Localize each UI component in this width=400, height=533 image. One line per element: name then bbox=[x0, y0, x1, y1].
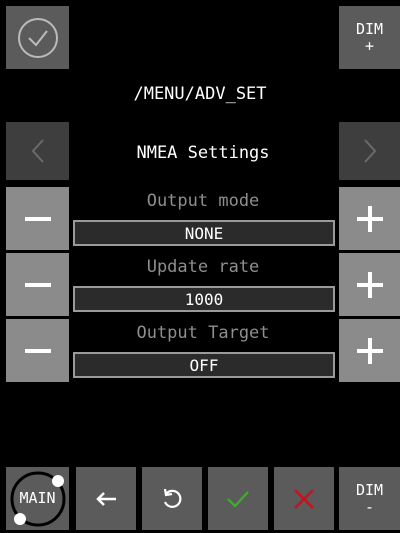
prev-page-button[interactable] bbox=[6, 122, 69, 180]
arrow-left-icon bbox=[96, 491, 116, 506]
output-target-decrease-button[interactable] bbox=[6, 319, 69, 382]
plus-icon bbox=[356, 205, 383, 232]
output-target-increase-button[interactable] bbox=[339, 319, 400, 382]
dim-plus-sign: + bbox=[364, 36, 375, 55]
minus-icon bbox=[24, 348, 51, 353]
dim-minus-sign: - bbox=[364, 497, 375, 516]
output-mode-increase-button[interactable] bbox=[339, 187, 400, 250]
confirm-circle-button[interactable] bbox=[6, 6, 69, 69]
dim-plus-button[interactable]: DIM + bbox=[339, 6, 400, 69]
output-mode-decrease-button[interactable] bbox=[6, 187, 69, 250]
output-mode-value: NONE bbox=[73, 220, 335, 246]
cancel-button[interactable] bbox=[274, 467, 334, 530]
update-rate-decrease-button[interactable] bbox=[6, 253, 69, 316]
back-button[interactable] bbox=[76, 467, 136, 530]
menu-path: /MENU/ADV_SET bbox=[133, 84, 267, 104]
main-label: MAIN bbox=[19, 489, 56, 507]
update-rate-value: 1000 bbox=[73, 286, 335, 312]
plus-icon bbox=[356, 271, 383, 298]
chevron-left-icon bbox=[31, 139, 44, 163]
output-target-label: Output Target bbox=[136, 323, 270, 343]
check-circle-icon bbox=[17, 17, 58, 58]
next-page-button[interactable] bbox=[339, 122, 400, 180]
check-icon bbox=[227, 490, 249, 508]
output-target-value: OFF bbox=[73, 352, 335, 378]
chevron-right-icon bbox=[363, 139, 376, 163]
dim-plus-label: DIM bbox=[355, 19, 384, 38]
dim-minus-button[interactable]: DIM - bbox=[339, 467, 400, 530]
dim-minus-label: DIM bbox=[355, 480, 384, 499]
plus-icon bbox=[356, 337, 383, 364]
accept-button[interactable] bbox=[208, 467, 268, 530]
output-mode-label: Output mode bbox=[146, 191, 260, 211]
refresh-icon bbox=[163, 488, 182, 508]
minus-icon bbox=[24, 216, 51, 221]
minus-icon bbox=[24, 282, 51, 287]
update-rate-label: Update rate bbox=[146, 257, 260, 277]
main-button[interactable]: MAIN bbox=[6, 467, 69, 530]
update-rate-increase-button[interactable] bbox=[339, 253, 400, 316]
page-title: NMEA Settings bbox=[136, 143, 270, 163]
close-icon bbox=[294, 488, 314, 509]
reset-button[interactable] bbox=[142, 467, 202, 530]
